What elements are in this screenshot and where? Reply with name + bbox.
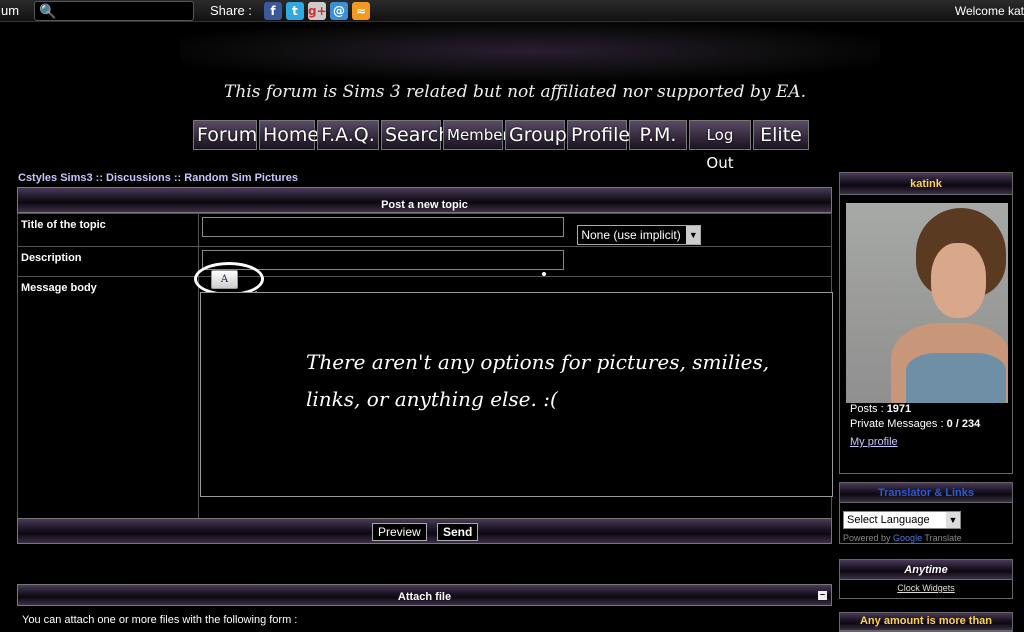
clock-widgets-link[interactable]: Clock Widgets bbox=[840, 580, 1012, 593]
send-button[interactable]: Send bbox=[437, 523, 479, 541]
anytime-header: Anytime bbox=[840, 560, 1012, 580]
translator-header[interactable]: Translator & Links bbox=[840, 483, 1012, 503]
share-label: Share : bbox=[210, 3, 252, 18]
user-box: katink Posts : 1971 Private Messages : 0… bbox=[839, 172, 1013, 474]
topic-icon-select[interactable]: None (use implicit) ▼ bbox=[577, 225, 702, 245]
search-icon: 🔍 bbox=[39, 3, 57, 19]
user-box-username: katink bbox=[840, 173, 1012, 195]
top-toolbar: um 🔍 Share : f t g+ @ ≈ Welcome kat bbox=[0, 0, 1024, 22]
pm-count: 0 / 234 bbox=[946, 418, 981, 430]
chevron-down-icon: ▼ bbox=[946, 512, 960, 528]
preview-button[interactable]: Preview bbox=[372, 523, 427, 541]
share-icons: f t g+ @ ≈ bbox=[264, 2, 370, 20]
nav-logout[interactable]: Log Out bbox=[689, 120, 751, 172]
nav-forum[interactable]: Forum bbox=[193, 120, 257, 150]
rss-icon[interactable]: ≈ bbox=[352, 2, 370, 20]
nav-search[interactable]: Search bbox=[381, 120, 450, 150]
annotation-line-2: links, or anything else. :( bbox=[306, 387, 558, 411]
form-title: Post a new topic bbox=[381, 199, 468, 211]
message-body-label: Message body bbox=[17, 276, 199, 527]
twitter-icon[interactable]: t bbox=[286, 2, 304, 20]
annotation-line-1: There aren't any options for pictures, s… bbox=[306, 350, 770, 374]
anytime-box: Anytime Clock Widgets bbox=[839, 559, 1013, 599]
email-icon[interactable]: @ bbox=[330, 2, 348, 20]
powered-by-google: Powered by Google Translate bbox=[843, 533, 962, 543]
chevron-down-icon: ▼ bbox=[686, 226, 701, 244]
title-label: Title of the topic bbox=[17, 213, 199, 247]
welcome-text: Welcome kat bbox=[954, 4, 1024, 18]
avatar bbox=[846, 203, 1008, 403]
nav-pm[interactable]: P.M. bbox=[629, 120, 687, 150]
attach-file-header: Attach file – bbox=[17, 584, 832, 606]
collapse-icon[interactable]: – bbox=[818, 590, 827, 600]
translator-box: Translator & Links Select Language ▼ Pow… bbox=[839, 482, 1013, 544]
attach-file-text: You can attach one or more files with th… bbox=[22, 614, 298, 626]
nav-profile[interactable]: Profile bbox=[567, 120, 630, 150]
forum-banner bbox=[180, 22, 880, 80]
search-input[interactable]: 🔍 bbox=[34, 1, 194, 21]
form-header: Post a new topic bbox=[17, 187, 832, 213]
donation-header: Any amount is more than bbox=[840, 613, 1012, 631]
main-nav: Forum Home F.A.Q. Search Members Groups … bbox=[193, 120, 809, 172]
annotation-dot bbox=[542, 272, 546, 276]
donation-box: Any amount is more than bbox=[839, 612, 1013, 632]
description-input[interactable] bbox=[202, 250, 564, 270]
posts-stat: Posts : 1971 bbox=[850, 403, 912, 415]
facebook-icon[interactable]: f bbox=[264, 2, 282, 20]
my-profile-link[interactable]: My profile bbox=[850, 436, 898, 448]
annotation-circle bbox=[194, 262, 264, 296]
google-plus-icon[interactable]: g+ bbox=[308, 2, 327, 20]
nav-groups[interactable]: Groups bbox=[505, 120, 577, 150]
breadcrumb[interactable]: Cstyles Sims3 :: Discussions :: Random S… bbox=[18, 172, 298, 184]
nav-elite[interactable]: Elite bbox=[753, 120, 809, 150]
language-select-value: Select Language bbox=[847, 514, 930, 526]
toolbar-forum-label: um bbox=[1, 3, 20, 18]
pm-stat: Private Messages : 0 / 234 bbox=[850, 418, 981, 430]
description-label: Description bbox=[17, 246, 199, 277]
language-select[interactable]: Select Language ▼ bbox=[843, 511, 961, 529]
submit-bar: Preview Send bbox=[17, 518, 832, 544]
nav-members[interactable]: Members bbox=[443, 120, 517, 150]
nav-faq[interactable]: F.A.Q. bbox=[317, 120, 379, 150]
annotation-text: There aren't any options for pictures, s… bbox=[306, 344, 826, 418]
title-input[interactable] bbox=[202, 217, 564, 237]
topic-icon-select-value: None (use implicit) bbox=[581, 228, 681, 242]
disclaimer-text: This forum is Sims 3 related but not aff… bbox=[224, 82, 806, 102]
attach-file-title: Attach file bbox=[397, 591, 452, 603]
posts-count: 1971 bbox=[886, 403, 912, 415]
nav-home[interactable]: Home bbox=[259, 120, 319, 150]
